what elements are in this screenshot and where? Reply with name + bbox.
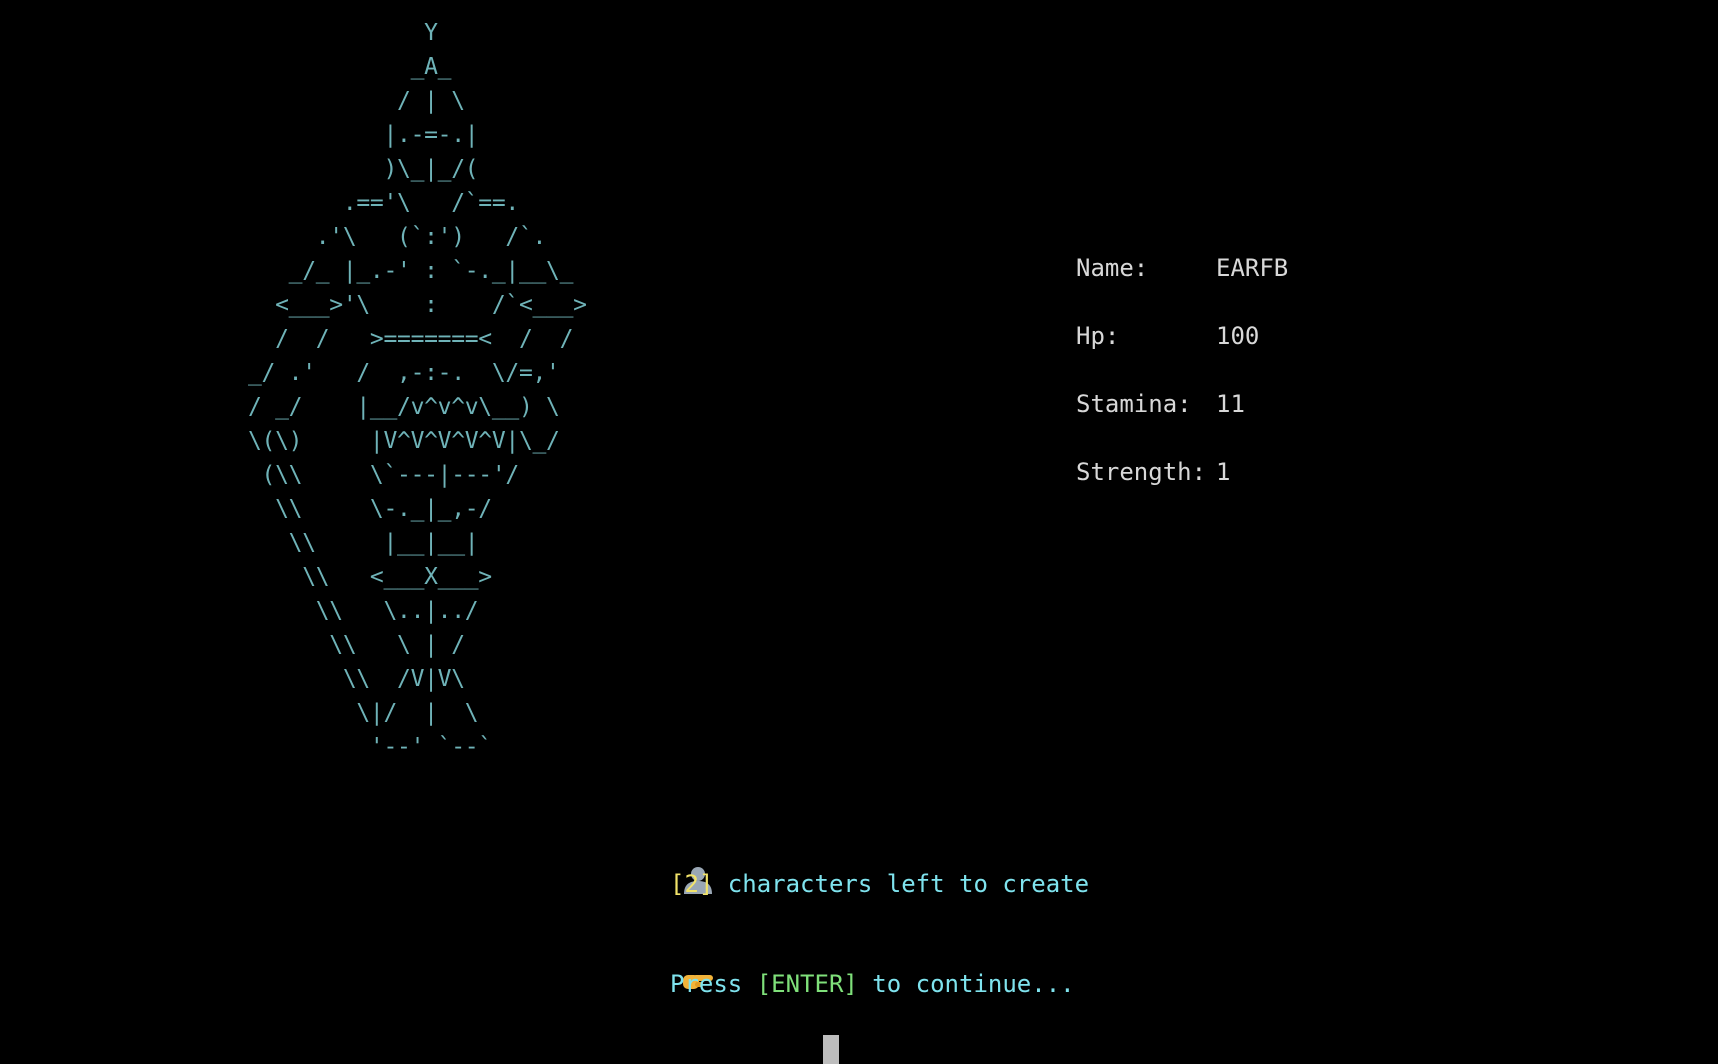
stat-row-strength: Strength: 1 [1076, 458, 1288, 526]
stat-row-name: Name: EARFB [1076, 254, 1288, 322]
person-silhouette-icon [614, 832, 713, 935]
name-label: Name: [1076, 254, 1149, 282]
continue-suffix: to continue... [857, 969, 1075, 998]
characters-left-count: [2] [670, 869, 714, 898]
name-value: EARFB [1216, 254, 1289, 282]
stamina-label: Stamina: [1076, 390, 1192, 418]
knight-ascii-art: Y _A_ / | \ |.-=-.| )\_|_/( .=='\ /`==. … [248, 20, 587, 760]
stamina-value: 11 [1216, 390, 1245, 418]
hp-label: Hp: [1076, 322, 1120, 350]
characters-left-text: characters left to create [713, 869, 1090, 898]
continue-message: Press [ENTER] to continue... [614, 934, 1075, 1033]
stat-row-stamina: Stamina: 11 [1076, 390, 1288, 458]
enter-key-hint: [ENTER] [756, 969, 858, 998]
characters-left-message: [2] characters left to create [614, 832, 1089, 935]
pointing-hand-icon [614, 934, 714, 1033]
stat-row-hp: Hp: 100 [1076, 322, 1288, 390]
hp-value: 100 [1216, 322, 1260, 350]
strength-label: Strength: [1076, 458, 1207, 486]
continue-prefix: Press [670, 969, 757, 998]
terminal-cursor [823, 1035, 839, 1064]
character-stats-panel: Name: EARFB Hp: 100 Stamina: 11 Strength… [1076, 254, 1288, 526]
strength-value: 1 [1216, 458, 1231, 486]
